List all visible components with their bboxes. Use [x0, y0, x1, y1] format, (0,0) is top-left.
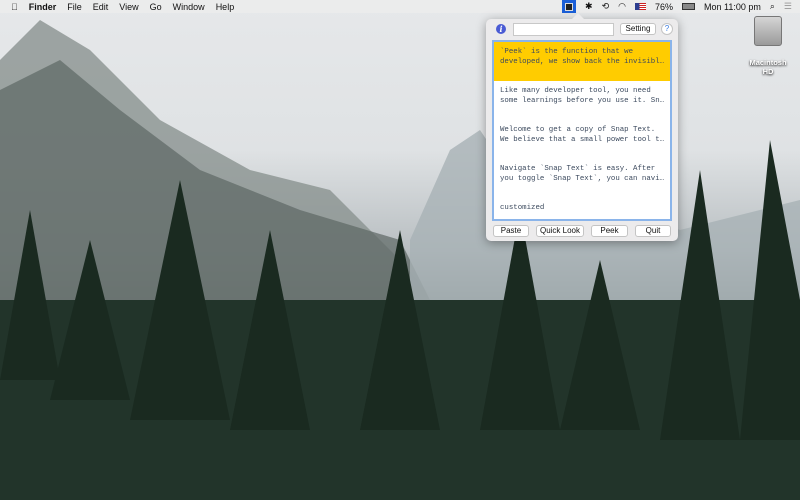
spotlight-icon[interactable]: ⌕: [770, 1, 775, 12]
snap-text-status-icon[interactable]: [562, 0, 577, 13]
flag-input-icon[interactable]: [634, 3, 646, 10]
search-input[interactable]: [513, 23, 614, 36]
info-icon[interactable]: i: [496, 24, 506, 34]
snippet-list[interactable]: `Peek` is the function that we developed,…: [492, 40, 672, 221]
quick-look-button[interactable]: Quick Look: [536, 225, 584, 237]
bluetooth-icon[interactable]: ✱: [585, 1, 593, 12]
menu-view[interactable]: View: [119, 2, 138, 12]
hard-drive-icon: [754, 16, 782, 46]
menu-window[interactable]: Window: [173, 2, 205, 12]
macintosh-hd-desktop-icon[interactable]: Macintosh HD: [744, 16, 792, 76]
clock[interactable]: Mon 11:00 pm: [704, 2, 761, 12]
battery-percent: 76%: [654, 1, 673, 12]
wifi-icon[interactable]: ◠: [618, 1, 626, 12]
snap-text-popover: i Setting ? `Peek` is the function that …: [486, 13, 678, 241]
paste-button[interactable]: Paste: [493, 225, 529, 237]
menu-help[interactable]: Help: [216, 2, 235, 12]
desktop-wallpaper: [0, 0, 800, 500]
list-item[interactable]: Welcome to get a copy of Snap Text. We be…: [494, 120, 670, 159]
quit-button[interactable]: Quit: [635, 225, 671, 237]
peek-button[interactable]: Peek: [591, 225, 628, 237]
help-icon[interactable]: ?: [661, 23, 673, 35]
menu-finder[interactable]: Finder: [29, 2, 57, 12]
mountain-forest-scene: [0, 20, 800, 500]
setting-button[interactable]: Setting: [620, 23, 656, 35]
apple-icon[interactable]: : [11, 2, 18, 12]
menu-bar:  Finder File Edit View Go Window Help ✱…: [0, 0, 800, 13]
battery-icon[interactable]: [682, 3, 695, 10]
menu-edit[interactable]: Edit: [93, 2, 109, 12]
menu-file[interactable]: File: [67, 2, 82, 12]
disk-label: Macintosh HD: [749, 58, 787, 76]
list-item[interactable]: Like many developer tool, you need some l…: [494, 81, 670, 120]
menu-go[interactable]: Go: [150, 2, 162, 12]
notification-center-icon[interactable]: ☰: [784, 1, 792, 12]
time-machine-icon[interactable]: ⟲: [602, 1, 610, 12]
list-item[interactable]: `Peek` is the function that we developed,…: [494, 42, 670, 81]
list-item[interactable]: Navigate `Snap Text` is easy. After you t…: [494, 159, 670, 198]
